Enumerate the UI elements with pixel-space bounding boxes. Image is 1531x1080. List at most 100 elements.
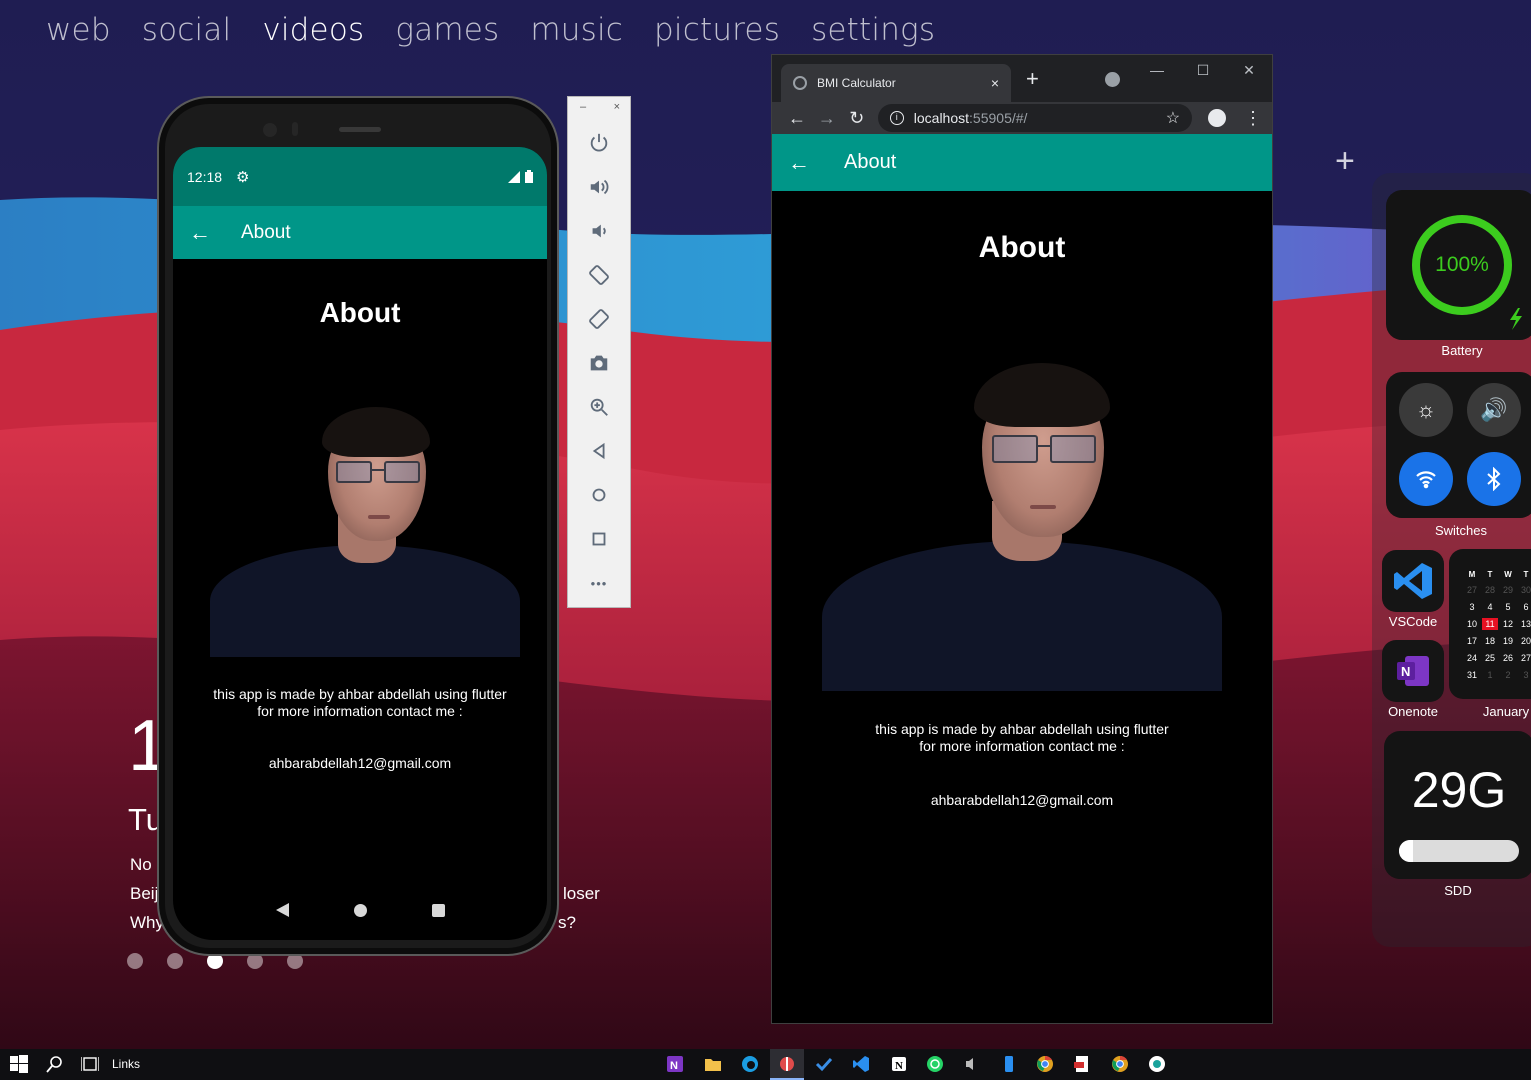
nav-back-icon[interactable] xyxy=(275,903,289,917)
edge-icon[interactable] xyxy=(741,1055,759,1073)
nav-videos[interactable]: videos xyxy=(262,12,364,48)
calendar-day[interactable]: 27 xyxy=(1517,649,1531,666)
volume-up-icon[interactable] xyxy=(568,165,630,209)
bookmark-star-icon[interactable]: ☆ xyxy=(1166,108,1180,128)
brightness-icon[interactable]: ☼ xyxy=(1399,383,1453,437)
calendar-day[interactable]: 17 xyxy=(1463,632,1481,649)
todo-icon[interactable] xyxy=(815,1055,833,1073)
search-icon[interactable] xyxy=(46,1055,64,1073)
nav-recents-icon[interactable] xyxy=(431,903,445,917)
calendar-day[interactable]: 20 xyxy=(1517,632,1531,649)
contact-email[interactable]: ahbarabdellah12@gmail.com xyxy=(173,755,547,771)
new-tab-button[interactable]: + xyxy=(1026,66,1039,92)
notion-icon[interactable]: N xyxy=(890,1055,908,1073)
add-widget-button[interactable]: + xyxy=(1335,142,1355,181)
reload-button[interactable]: ↻ xyxy=(842,108,872,129)
volume-icon[interactable]: 🔊 xyxy=(1467,383,1521,437)
rotate-right-icon[interactable] xyxy=(568,297,630,341)
zoom-icon[interactable] xyxy=(568,385,630,429)
file-explorer-icon[interactable] xyxy=(704,1055,722,1073)
nav-web[interactable]: web xyxy=(46,12,111,48)
emulator-minimize-button[interactable]: – xyxy=(580,101,586,121)
back-triangle-icon[interactable] xyxy=(568,429,630,473)
calendar-day[interactable]: 3 xyxy=(1463,598,1481,615)
carousel-dot[interactable] xyxy=(167,953,183,969)
more-options-icon[interactable]: ••• xyxy=(568,561,630,605)
rotate-left-icon[interactable] xyxy=(568,253,630,297)
vscode-icon[interactable] xyxy=(1382,550,1444,612)
news-line-tail[interactable]: s? xyxy=(558,913,576,933)
info-icon[interactable]: i xyxy=(889,111,904,125)
power-icon[interactable] xyxy=(568,121,630,165)
nav-music[interactable]: music xyxy=(530,12,623,48)
calendar-day[interactable]: 10 xyxy=(1463,615,1481,632)
vscode-taskbar-icon[interactable] xyxy=(852,1055,870,1073)
app-icon[interactable] xyxy=(1148,1055,1166,1073)
calendar-day[interactable]: 30 xyxy=(1517,581,1531,598)
task-view-icon[interactable] xyxy=(81,1055,99,1073)
nav-settings[interactable]: settings xyxy=(811,12,935,48)
calendar-day[interactable]: 25 xyxy=(1481,649,1499,666)
tab-search-icon[interactable] xyxy=(1105,72,1120,87)
nav-social[interactable]: social xyxy=(142,12,232,48)
bluetooth-icon[interactable] xyxy=(1467,452,1521,506)
calendar-day[interactable]: 31 xyxy=(1463,666,1481,683)
contact-email[interactable]: ahbarabdellah12@gmail.com xyxy=(772,792,1272,808)
close-window-button[interactable]: ✕ xyxy=(1226,55,1272,85)
kebab-menu-icon[interactable]: ⋮ xyxy=(1244,108,1262,129)
news-line-tail[interactable]: loser xyxy=(563,884,600,904)
links-toolbar[interactable]: Links xyxy=(112,1057,140,1071)
emulator-close-button[interactable]: × xyxy=(614,101,620,121)
calendar-day[interactable]: 11 xyxy=(1481,615,1499,632)
maximize-button[interactable]: ☐ xyxy=(1180,55,1226,85)
calendar-day[interactable]: 2 xyxy=(1499,666,1517,683)
storage-widget[interactable]: 29G xyxy=(1384,731,1531,879)
forward-button[interactable]: → xyxy=(812,108,842,129)
onenote-taskbar-icon[interactable]: N xyxy=(666,1055,684,1073)
chrome-icon[interactable] xyxy=(1111,1055,1129,1073)
camera-icon[interactable] xyxy=(568,341,630,385)
battery-widget[interactable]: 100% xyxy=(1386,190,1531,340)
nav-games[interactable]: games xyxy=(395,12,499,48)
speaker-icon[interactable] xyxy=(962,1055,980,1073)
chrome-icon[interactable] xyxy=(1036,1055,1054,1073)
overview-square-icon[interactable] xyxy=(568,517,630,561)
back-arrow-icon[interactable]: ← xyxy=(788,150,844,176)
calendar-widget[interactable]: MTWT 27 28 29 30 3 4 5 6 10 11 12 13 17 18 19 20 24 25 26 2… xyxy=(1449,549,1531,699)
volume-down-icon[interactable] xyxy=(568,209,630,253)
browser-tab[interactable]: BMI Calculator × xyxy=(781,64,1011,102)
calendar-day[interactable]: 19 xyxy=(1499,632,1517,649)
calendar-day[interactable]: 24 xyxy=(1463,649,1481,666)
whatsapp-icon[interactable] xyxy=(926,1055,944,1073)
windows-start-icon[interactable] xyxy=(10,1055,28,1073)
calendar-day[interactable]: 4 xyxy=(1481,598,1499,615)
calendar-day[interactable]: 5 xyxy=(1499,598,1517,615)
back-button[interactable]: ← xyxy=(782,108,812,129)
news-line[interactable]: No xyxy=(130,855,152,875)
nav-home-icon[interactable] xyxy=(353,903,367,917)
calendar-day[interactable]: 18 xyxy=(1481,632,1499,649)
carousel-dot[interactable] xyxy=(127,953,143,969)
calendar-day[interactable]: 28 xyxy=(1481,581,1499,598)
wifi-icon[interactable] xyxy=(1399,452,1453,506)
back-arrow-icon[interactable]: ← xyxy=(189,220,241,246)
calendar-day[interactable]: 12 xyxy=(1499,615,1517,632)
calendar-day[interactable]: 13 xyxy=(1517,615,1531,632)
phone-mirror-icon[interactable] xyxy=(1000,1055,1018,1073)
android-studio-icon[interactable] xyxy=(778,1055,796,1073)
home-circle-icon[interactable] xyxy=(568,473,630,517)
calendar-day[interactable]: 1 xyxy=(1481,666,1499,683)
calendar-day[interactable]: 29 xyxy=(1499,581,1517,598)
calendar-day[interactable]: 27 xyxy=(1463,581,1481,598)
nav-pictures[interactable]: pictures xyxy=(654,12,780,48)
calendar-day[interactable]: 26 xyxy=(1499,649,1517,666)
onenote-icon[interactable]: N xyxy=(1382,640,1444,702)
tab-close-button[interactable]: × xyxy=(991,75,999,91)
address-bar[interactable]: i localhost:55905/#/ ☆ xyxy=(877,104,1193,132)
profile-icon[interactable] xyxy=(1208,109,1226,127)
calendar-day[interactable]: 3 xyxy=(1517,666,1531,683)
pdf-icon[interactable] xyxy=(1073,1055,1091,1073)
minimize-button[interactable]: — xyxy=(1134,55,1180,85)
news-line[interactable]: Beij xyxy=(130,884,158,904)
calendar-day[interactable]: 6 xyxy=(1517,598,1531,615)
